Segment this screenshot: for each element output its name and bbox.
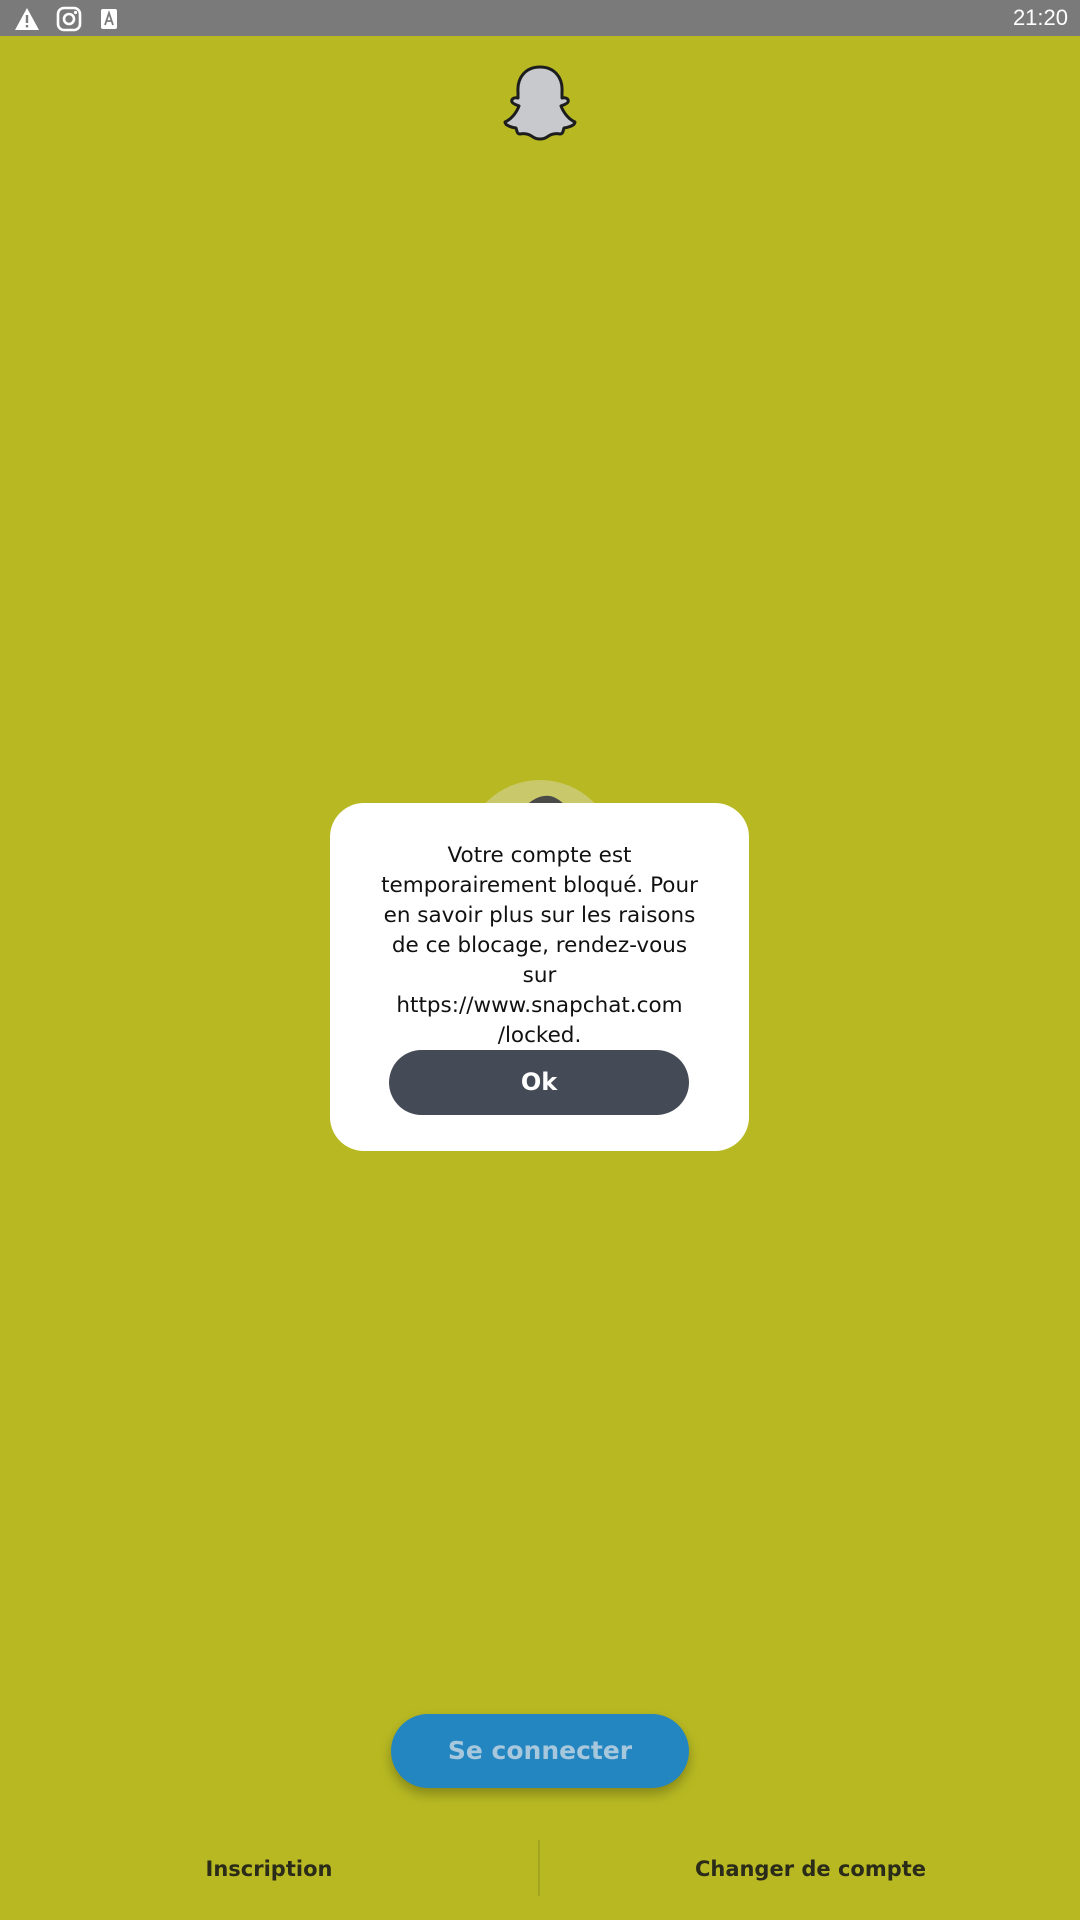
- instagram-icon: [56, 6, 82, 32]
- signup-link[interactable]: Inscription: [0, 1852, 538, 1886]
- snapchat-ghost-icon: [503, 65, 577, 141]
- text-a-icon: [101, 9, 117, 29]
- status-bar: 21:20: [0, 0, 1080, 36]
- login-button[interactable]: Se connecter: [391, 1714, 689, 1788]
- status-time: 21:20: [1012, 5, 1068, 30]
- switch-account-link[interactable]: Changer de compte: [541, 1852, 1080, 1886]
- locked-account-dialog: Votre compte est temporairement bloqué. …: [330, 803, 749, 1151]
- footer-divider: [538, 1840, 540, 1896]
- ok-button[interactable]: Ok: [389, 1050, 689, 1115]
- warning-icon: [15, 8, 39, 30]
- dialog-message: Votre compte est temporairement bloqué. …: [381, 843, 698, 1048]
